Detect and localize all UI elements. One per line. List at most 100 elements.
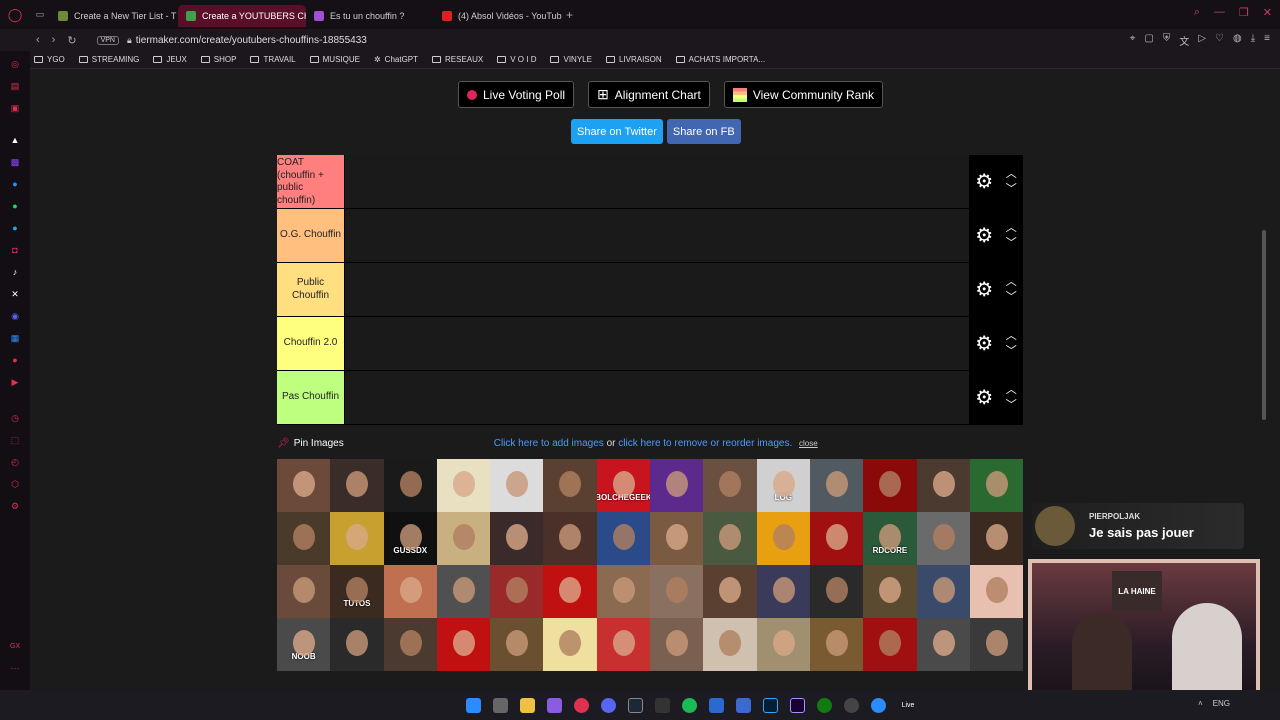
reload-icon[interactable]: ↻ (67, 34, 76, 47)
crop-icon[interactable]: ▢ (1144, 33, 1153, 48)
youtuber-thumbnail[interactable] (383, 459, 437, 512)
twitch-icon[interactable]: ▩ (8, 155, 22, 169)
live-voting-poll-button[interactable]: Live Voting Poll (458, 81, 575, 108)
photoshop-icon[interactable] (762, 697, 778, 713)
vpn-app-icon[interactable] (735, 697, 751, 713)
share-twitter-button[interactable]: Share on Twitter (571, 119, 663, 144)
bookmark-chatgpt[interactable]: ✲ ChatGPT (374, 55, 418, 64)
youtuber-thumbnail[interactable] (863, 459, 917, 512)
obs-icon[interactable] (843, 697, 859, 713)
youtuber-thumbnail[interactable] (650, 512, 704, 565)
opera-logo-icon[interactable]: ◯ (0, 7, 30, 22)
snapshot-icon[interactable]: ⌖ (1130, 33, 1136, 48)
aria-icon[interactable]: ◎ (8, 57, 22, 71)
tier-label[interactable]: O.G. Chouffin (277, 209, 344, 262)
youtuber-thumbnail[interactable] (916, 618, 970, 671)
translate-icon[interactable]: 文 (1179, 33, 1189, 48)
youtuber-thumbnail[interactable] (277, 512, 331, 565)
tab-youtubers-chouffins[interactable]: Create a YOUTUBERS CH (178, 4, 306, 27)
youtuber-thumbnail[interactable] (490, 618, 544, 671)
youtuber-thumbnail[interactable] (330, 459, 384, 512)
alignment-chart-button[interactable]: ⊞ Alignment Chart (588, 81, 710, 108)
chevron-up-icon[interactable]: ˄ (1198, 699, 1203, 708)
youtuber-thumbnail[interactable] (969, 565, 1023, 618)
extensions-icon[interactable]: ⬡ (8, 477, 22, 491)
youtuber-thumbnail[interactable] (543, 459, 597, 512)
tier-label[interactable]: COAT (chouffin + public chouffin) (277, 155, 344, 208)
youtuber-thumbnail[interactable] (490, 459, 544, 512)
youtuber-thumbnail[interactable] (809, 565, 864, 618)
youtuber-thumbnail[interactable] (383, 618, 437, 671)
youtuber-thumbnail[interactable] (756, 565, 810, 618)
youtuber-thumbnail[interactable] (596, 512, 651, 565)
youtuber-thumbnail[interactable] (969, 512, 1023, 565)
youtuber-thumbnail[interactable] (863, 618, 917, 671)
x-icon[interactable]: ✕ (8, 287, 22, 301)
discord-icon[interactable] (600, 697, 616, 713)
instagram-icon[interactable]: ◘ (8, 243, 22, 257)
youtuber-thumbnail[interactable] (330, 512, 384, 565)
gx-icon[interactable]: GX (8, 639, 22, 653)
youtuber-thumbnail[interactable]: GUSSDX (383, 512, 437, 565)
youtuber-thumbnail[interactable] (916, 459, 970, 512)
youtuber-thumbnail[interactable] (490, 565, 544, 618)
chevron-down-icon[interactable]: ﹀ (1006, 183, 1017, 195)
task-view-icon[interactable] (492, 697, 508, 713)
chevron-up-icon[interactable]: ︿ (1006, 168, 1017, 180)
youtuber-thumbnail[interactable] (436, 565, 491, 618)
youtuber-thumbnail[interactable] (650, 565, 704, 618)
youtuber-thumbnail[interactable] (277, 459, 331, 512)
remove-images-link[interactable]: click here to remove or reorder images. (618, 438, 792, 449)
search-icon[interactable]: ⌕ (1194, 6, 1200, 19)
more-icon[interactable]: ··· (8, 661, 22, 675)
chevron-up-icon[interactable]: ︿ (1006, 276, 1017, 288)
player-icon[interactable]: ▶ (8, 375, 22, 389)
browser-icon[interactable] (870, 697, 886, 713)
tier-dropzone[interactable] (344, 371, 969, 424)
add-images-link[interactable]: Click here to add images (494, 438, 604, 449)
tiktok-icon[interactable]: ♪ (8, 265, 22, 279)
shield-icon[interactable]: ⛨ (1163, 33, 1171, 48)
youtuber-thumbnail[interactable] (916, 512, 970, 565)
heart-icon[interactable]: ♡ (1215, 33, 1224, 48)
youtuber-thumbnail[interactable] (650, 618, 704, 671)
vpn-icon[interactable]: ● (8, 353, 22, 367)
youtuber-thumbnail[interactable]: RDCORE (863, 512, 917, 565)
chevron-down-icon[interactable]: ﹀ (1006, 291, 1017, 303)
community-rank-button[interactable]: View Community Rank (723, 81, 883, 108)
bookmark-travail[interactable]: TRAVAIL (250, 55, 296, 64)
maximize-icon[interactable]: ❐ (1239, 6, 1249, 19)
tier-label[interactable]: Chouffin 2.0 (277, 317, 344, 370)
youtuber-thumbnail[interactable] (916, 565, 970, 618)
youtuber-thumbnail[interactable] (436, 618, 491, 671)
youtuber-thumbnail[interactable] (436, 512, 491, 565)
youtuber-thumbnail[interactable] (436, 459, 491, 512)
youtuber-thumbnail[interactable] (330, 618, 384, 671)
tier-dropzone[interactable] (344, 209, 969, 262)
windows-start-icon[interactable] (465, 697, 481, 713)
page-scrollbar[interactable] (1262, 230, 1266, 420)
tier-dropzone[interactable] (344, 317, 969, 370)
chevron-up-icon[interactable]: ︿ (1006, 222, 1017, 234)
bookmark-achats[interactable]: ACHATS IMPORTA... (675, 55, 765, 64)
share-fb-button[interactable]: Share on FB (666, 119, 741, 144)
premiere-icon[interactable] (789, 697, 805, 713)
chevron-down-icon[interactable]: ﹀ (1006, 345, 1017, 357)
youtuber-thumbnail[interactable]: NOOB (277, 618, 331, 671)
arc-icon[interactable]: ▲ (8, 133, 22, 147)
gear-icon[interactable]: ⚙ (975, 385, 993, 410)
settings-icon[interactable]: ⚙ (8, 499, 22, 513)
pin-images-toggle[interactable]: 📌︎ Pin Images (277, 438, 344, 449)
bookmark-reseaux[interactable]: RESEAUX (432, 55, 483, 64)
epic-games-icon[interactable] (654, 697, 670, 713)
download-icon[interactable]: ⤓ (1251, 33, 1255, 48)
gear-icon[interactable]: ⚙ (975, 331, 993, 356)
close-icon[interactable]: ✕ (1263, 6, 1272, 19)
gear-icon[interactable]: ⚙ (975, 223, 993, 248)
youtuber-thumbnail[interactable]: BOLCHEGEEK (596, 459, 651, 512)
play-icon[interactable]: ▷ (1198, 33, 1206, 48)
lang-indicator[interactable]: ENG (1213, 699, 1230, 708)
bookmark-shop[interactable]: SHOP (200, 55, 236, 64)
youtuber-thumbnail[interactable]: LOG (756, 459, 810, 512)
youtuber-thumbnail[interactable] (703, 565, 757, 618)
